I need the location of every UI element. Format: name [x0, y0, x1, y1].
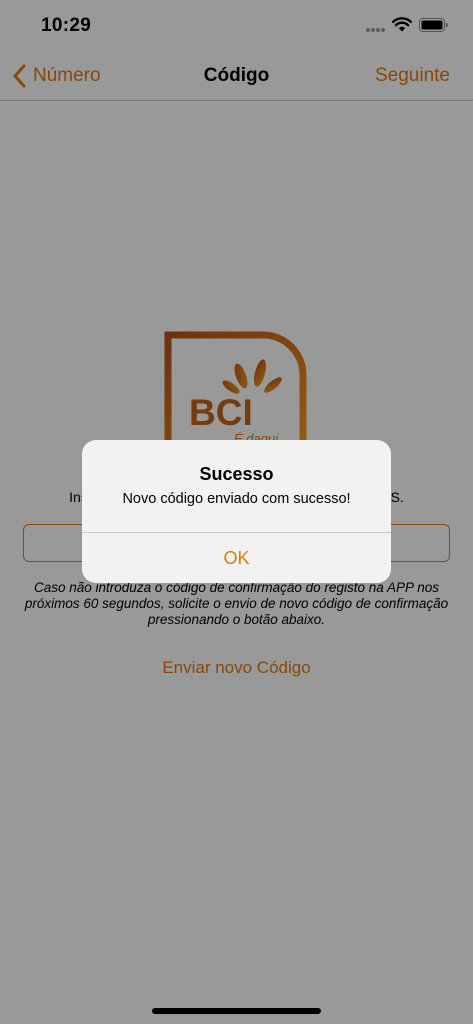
- alert-message: Novo código enviado com sucesso!: [122, 491, 351, 507]
- success-alert-dialog: Sucesso Novo código enviado com sucesso!…: [82, 440, 391, 583]
- home-indicator[interactable]: [152, 1008, 321, 1014]
- alert-title: Sucesso: [199, 464, 274, 484]
- screen: 10:29 Número Código Seguinte BCI É daqui…: [0, 0, 473, 1024]
- ok-button[interactable]: OK: [82, 533, 391, 583]
